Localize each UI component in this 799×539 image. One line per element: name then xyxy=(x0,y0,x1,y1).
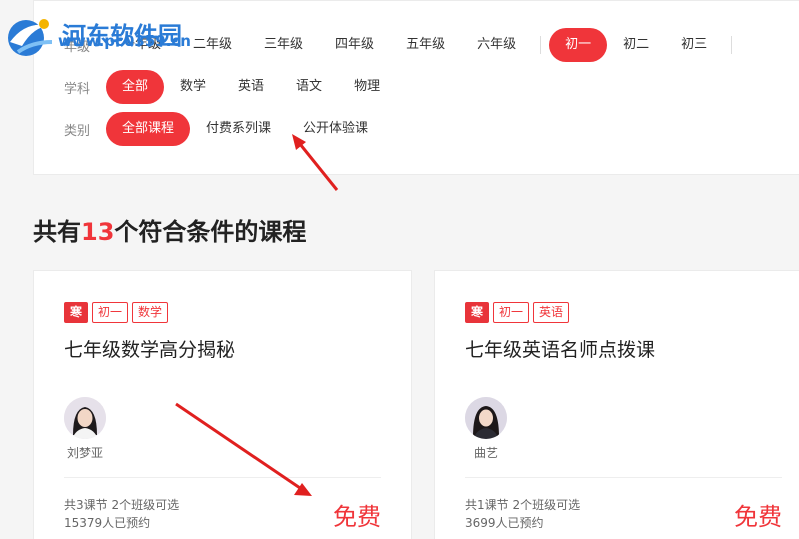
category-option-all[interactable]: 全部课程 xyxy=(106,112,191,146)
category-filter-label: 类别 xyxy=(64,123,91,139)
course-tag-subject: 数学 xyxy=(132,302,169,323)
watermark-logo-icon xyxy=(8,19,53,56)
course-tag-subject: 英语 xyxy=(533,302,570,323)
course-price: 免费 xyxy=(333,503,381,531)
course-lessons-info: 共3课节 2个班级可选 xyxy=(64,498,180,512)
teacher-portrait-icon xyxy=(64,397,106,439)
category-option-open-trial[interactable]: 公开体验课 xyxy=(287,112,384,146)
course-tag-grade: 初一 xyxy=(92,302,129,323)
teacher-portrait-icon xyxy=(465,397,507,439)
teacher-name: 曲艺 xyxy=(473,446,498,460)
subject-option-chinese[interactable]: 语文 xyxy=(280,70,338,104)
result-suffix: 个符合条件的课程 xyxy=(114,218,307,246)
subject-filter-row: 学科 全部 数学 英语 语文 物理 xyxy=(64,70,396,104)
grade-option-3[interactable]: 三年级 xyxy=(248,28,319,62)
grade-divider xyxy=(540,36,542,54)
course-card[interactable]: 寒 初一 英语 七年级英语名师点拨课 曲艺 共1课节 2个班级可选 3699人已… xyxy=(434,270,799,539)
course-title[interactable]: 七年级数学高分揭秘 xyxy=(64,335,235,362)
subject-option-math[interactable]: 数学 xyxy=(164,70,222,104)
subject-option-english[interactable]: 英语 xyxy=(222,70,280,104)
course-tags: 寒 初一 英语 xyxy=(465,302,570,323)
result-count: 13 xyxy=(81,218,115,246)
category-option-paid-series[interactable]: 付费系列课 xyxy=(190,112,287,146)
card-divider xyxy=(64,477,381,478)
grade-option-junior-1[interactable]: 初一 xyxy=(549,28,608,62)
subject-option-physics[interactable]: 物理 xyxy=(338,70,396,104)
watermark-url: www.pc0359.cn xyxy=(58,32,191,50)
teacher-name: 刘梦亚 xyxy=(66,446,103,460)
grade-option-6[interactable]: 六年级 xyxy=(461,28,532,62)
grade-option-junior-3[interactable]: 初三 xyxy=(665,28,723,62)
course-reservations: 3699人已预约 xyxy=(465,516,544,530)
course-tag-winter: 寒 xyxy=(465,302,490,323)
course-tag-winter: 寒 xyxy=(64,302,89,323)
result-count-heading: 共有 13 个符合条件的课程 xyxy=(33,212,306,247)
course-tags: 寒 初一 数学 xyxy=(64,302,169,323)
course-reservations: 15379人已预约 xyxy=(64,516,151,530)
course-lessons-info: 共1课节 2个班级可选 xyxy=(465,498,581,512)
category-filter-row: 类别 全部课程 付费系列课 公开体验课 xyxy=(64,112,384,146)
teacher-avatar xyxy=(465,397,507,439)
course-tag-grade: 初一 xyxy=(493,302,530,323)
teacher-avatar xyxy=(64,397,106,439)
course-price: 免费 xyxy=(734,503,782,531)
grade-option-junior-2[interactable]: 初二 xyxy=(607,28,665,62)
grade-divider-end xyxy=(731,36,733,54)
course-title[interactable]: 七年级英语名师点拨课 xyxy=(465,335,655,362)
subject-option-all[interactable]: 全部 xyxy=(106,70,165,104)
card-divider xyxy=(465,477,782,478)
subject-filter-label: 学科 xyxy=(64,81,91,97)
grade-option-4[interactable]: 四年级 xyxy=(319,28,390,62)
result-prefix: 共有 xyxy=(33,218,81,246)
grade-option-5[interactable]: 五年级 xyxy=(390,28,461,62)
course-card[interactable]: 寒 初一 数学 七年级数学高分揭秘 刘梦亚 共3课节 2个班级可选 15379人… xyxy=(33,270,412,539)
